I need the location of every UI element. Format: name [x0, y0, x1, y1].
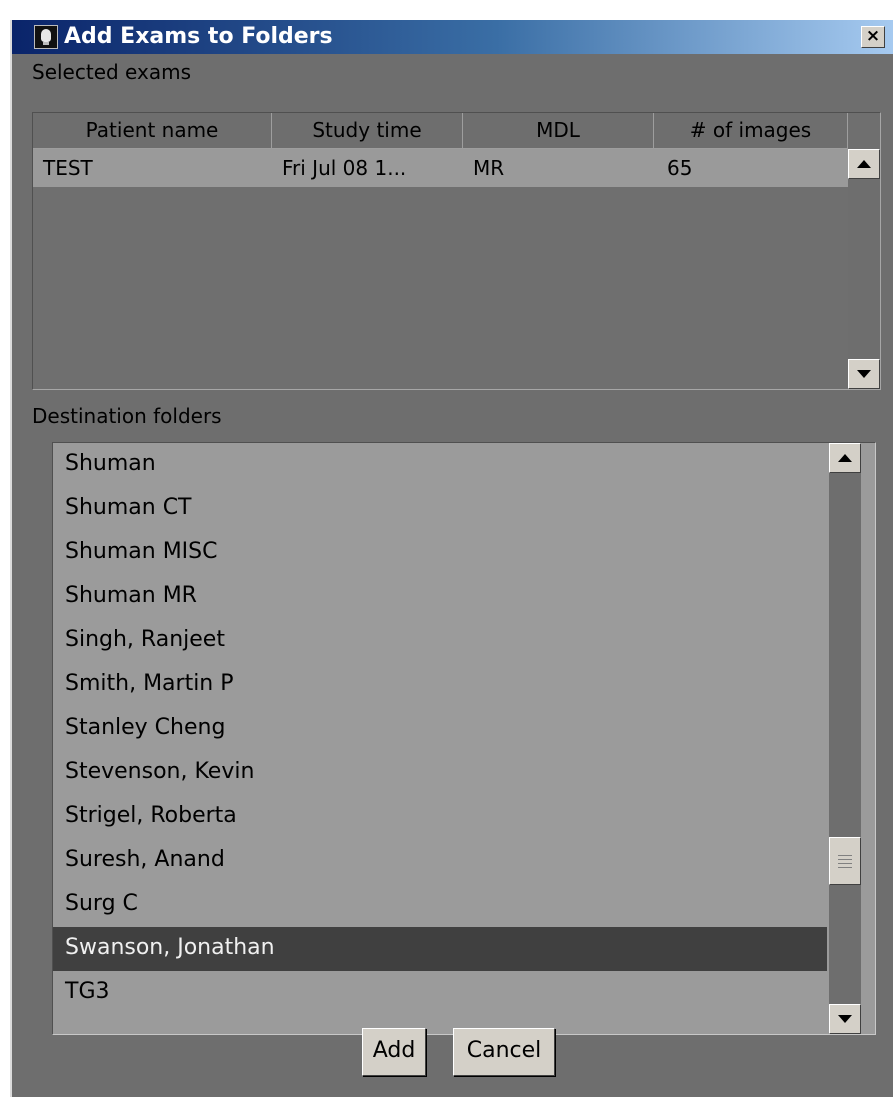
destination-folders-list: Shuman Shuman CT Shuman MISC Shuman MR S… — [52, 442, 876, 1035]
list-item[interactable]: Stevenson, Kevin — [53, 751, 827, 795]
cell-mdl: MR — [473, 156, 505, 180]
list-item[interactable]: Shuman — [53, 443, 827, 487]
list-item[interactable]: Shuman CT — [53, 487, 827, 531]
close-button[interactable]: × — [861, 26, 885, 48]
cell-num-images: 65 — [667, 156, 693, 180]
folders-scroll-down-button[interactable] — [829, 1004, 861, 1034]
exams-scroll-down-button[interactable] — [848, 359, 880, 389]
column-header-mdl[interactable]: MDL — [463, 113, 654, 149]
column-header-patient-name[interactable]: Patient name — [33, 113, 272, 149]
cell-study-time: Fri Jul 08 1... — [282, 156, 407, 180]
add-exams-dialog: Add Exams to Folders × Selected exams Pa… — [10, 20, 893, 1097]
list-item[interactable]: TG3 — [53, 971, 827, 1015]
folders-scrollbar[interactable] — [829, 443, 861, 1034]
folders-scroll-thumb[interactable] — [829, 837, 861, 885]
folders-scroll-up-button[interactable] — [829, 443, 861, 473]
arrow-up-icon — [857, 160, 871, 168]
arrow-up-icon — [838, 454, 852, 462]
list-item[interactable]: Strigel, Roberta — [53, 795, 827, 839]
cell-patient-name: TEST — [43, 156, 93, 180]
arrow-down-icon — [857, 370, 871, 378]
destination-folders-label: Destination folders — [32, 404, 222, 428]
list-item[interactable]: Singh, Ranjeet — [53, 619, 827, 663]
list-item[interactable]: Shuman MISC — [53, 531, 827, 575]
window-title: Add Exams to Folders — [64, 24, 333, 49]
list-item[interactable]: Shuman MR — [53, 575, 827, 619]
title-bar[interactable]: Add Exams to Folders × — [12, 20, 893, 54]
arrow-down-icon — [838, 1015, 852, 1023]
selected-exams-label: Selected exams — [32, 60, 192, 84]
lightbulb-icon — [34, 25, 58, 49]
add-button[interactable]: Add — [362, 1028, 426, 1076]
column-header-study-time[interactable]: Study time — [272, 113, 463, 149]
column-header-num-images[interactable]: # of images — [654, 113, 848, 149]
exams-scrollbar[interactable] — [848, 149, 880, 389]
list-item[interactable]: Stanley Cheng — [53, 707, 827, 751]
table-row[interactable]: TEST Fri Jul 08 1... MR 65 — [33, 149, 848, 187]
exams-scroll-up-button[interactable] — [848, 149, 880, 179]
cancel-button[interactable]: Cancel — [453, 1028, 555, 1076]
list-item[interactable]: Surg C — [53, 883, 827, 927]
list-item[interactable]: Smith, Martin P — [53, 663, 827, 707]
list-item[interactable]: Suresh, Anand — [53, 839, 827, 883]
list-item-selected[interactable]: Swanson, Jonathan — [53, 927, 827, 971]
selected-exams-table: Patient name Study time MDL # of images … — [32, 112, 881, 390]
